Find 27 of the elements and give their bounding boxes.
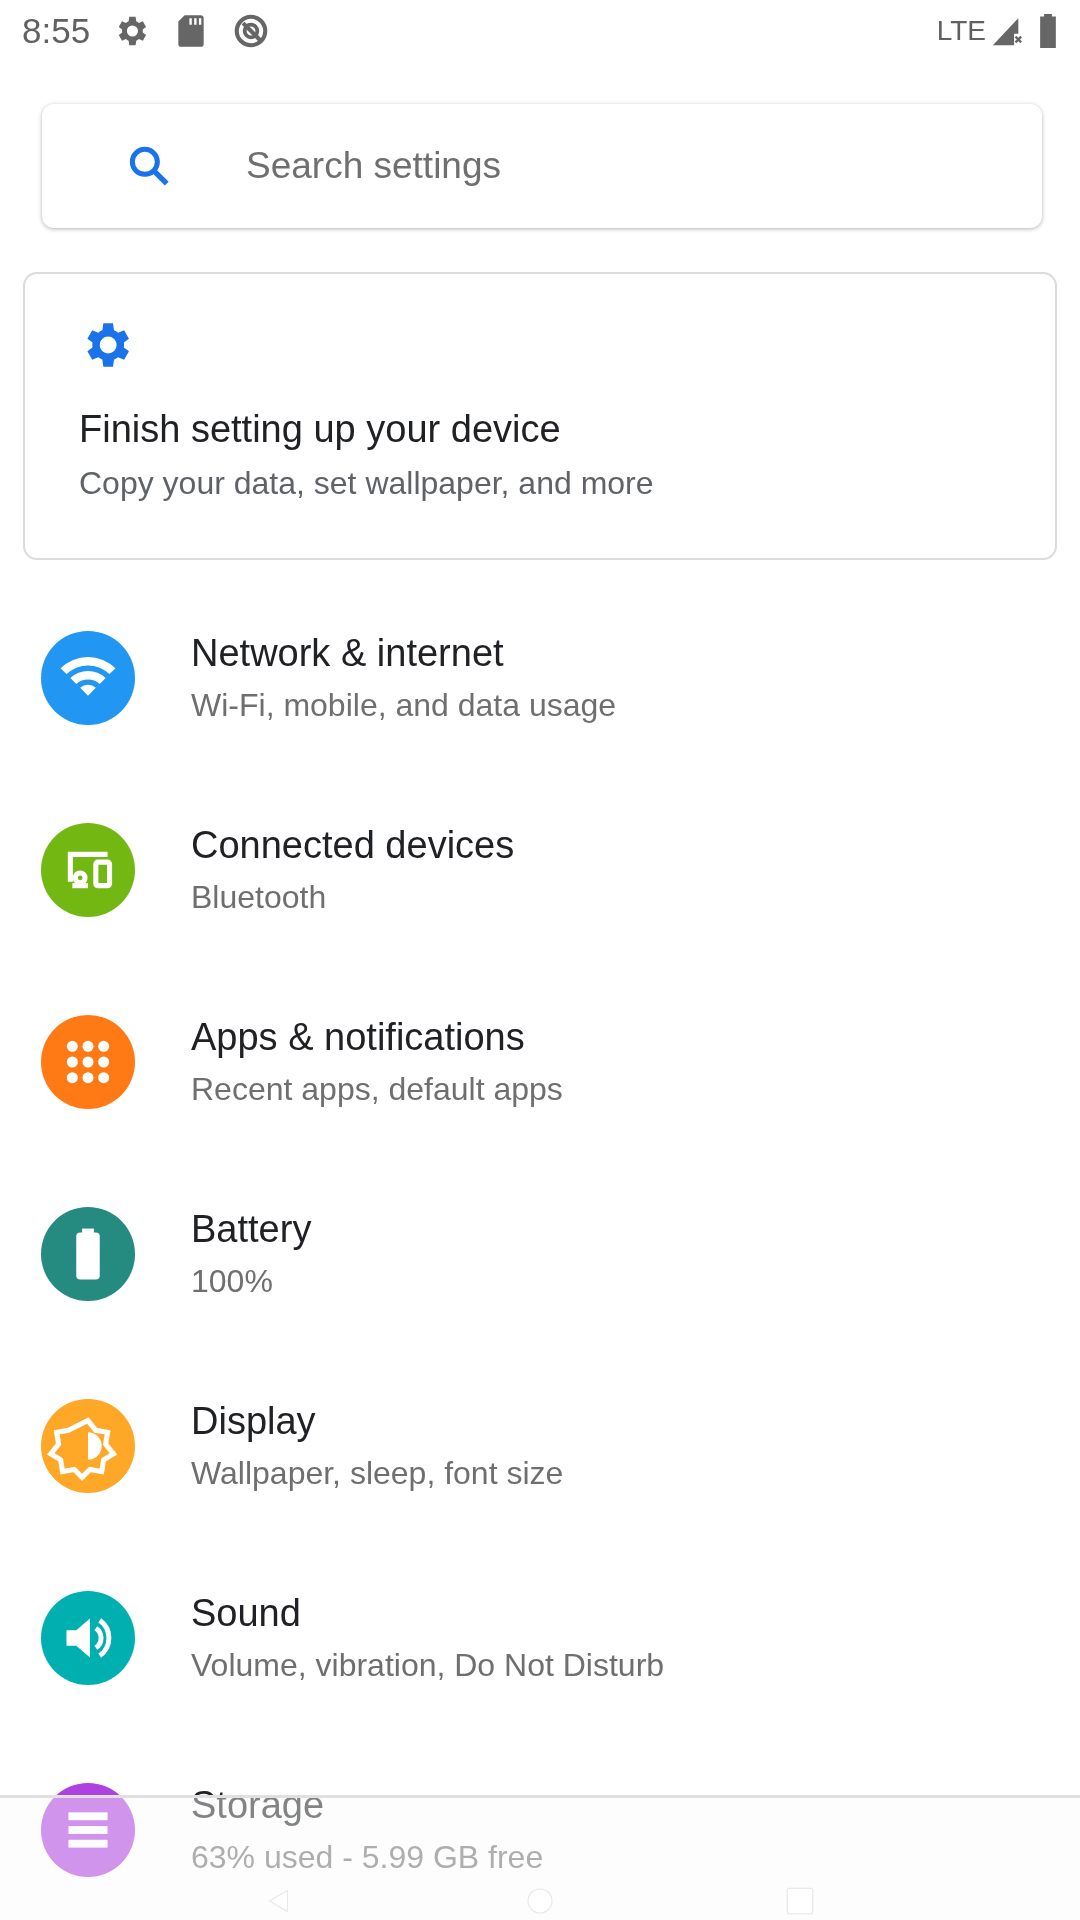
item-subtitle: Wallpaper, sleep, font size (191, 1455, 564, 1492)
settings-item[interactable]: Display Wallpaper, sleep, font size (0, 1350, 1080, 1542)
settings-item[interactable]: Sound Volume, vibration, Do Not Disturb (0, 1542, 1080, 1734)
clock-time: 8:55 (22, 11, 91, 51)
settings-item[interactable]: Battery 100% (0, 1158, 1080, 1350)
item-title: Battery (191, 1208, 312, 1251)
network-type: LTE (936, 15, 986, 47)
item-title: Sound (191, 1592, 302, 1635)
item-subtitle: Recent apps, default apps (191, 1071, 563, 1108)
item-title: Display (191, 1400, 317, 1443)
item-title: Network & internet (191, 632, 505, 675)
card-subtitle: Copy your data, set wallpaper, and more (79, 465, 655, 502)
item-subtitle: Volume, vibration, Do Not Disturb (191, 1647, 665, 1684)
search-field[interactable]: Search settings (244, 144, 1042, 188)
card-title: Finish setting up your device (79, 408, 562, 451)
item-subtitle: 100% (191, 1263, 274, 1300)
item-subtitle: Wi-Fi, mobile, and data usage (191, 687, 617, 724)
settings-item[interactable]: Apps & notifications Recent apps, default apps (0, 966, 1080, 1158)
battery-icon (1038, 14, 1058, 48)
item-subtitle: 63% used - 5.99 GB free (191, 1839, 544, 1876)
setup-card[interactable]: Finish setting up your device Copy your data, set wallpaper, and more (23, 272, 1057, 560)
item-title: Apps & notifications (191, 1016, 526, 1059)
settings-item[interactable]: Connected devices Bluetooth (0, 774, 1080, 966)
item-title: Connected devices (191, 824, 515, 867)
item-subtitle: Bluetooth (191, 879, 328, 916)
settings-item[interactable]: Network & internet Wi-Fi, mobile, and data usage (0, 582, 1080, 774)
search-bar[interactable]: Search settings (42, 104, 1042, 228)
